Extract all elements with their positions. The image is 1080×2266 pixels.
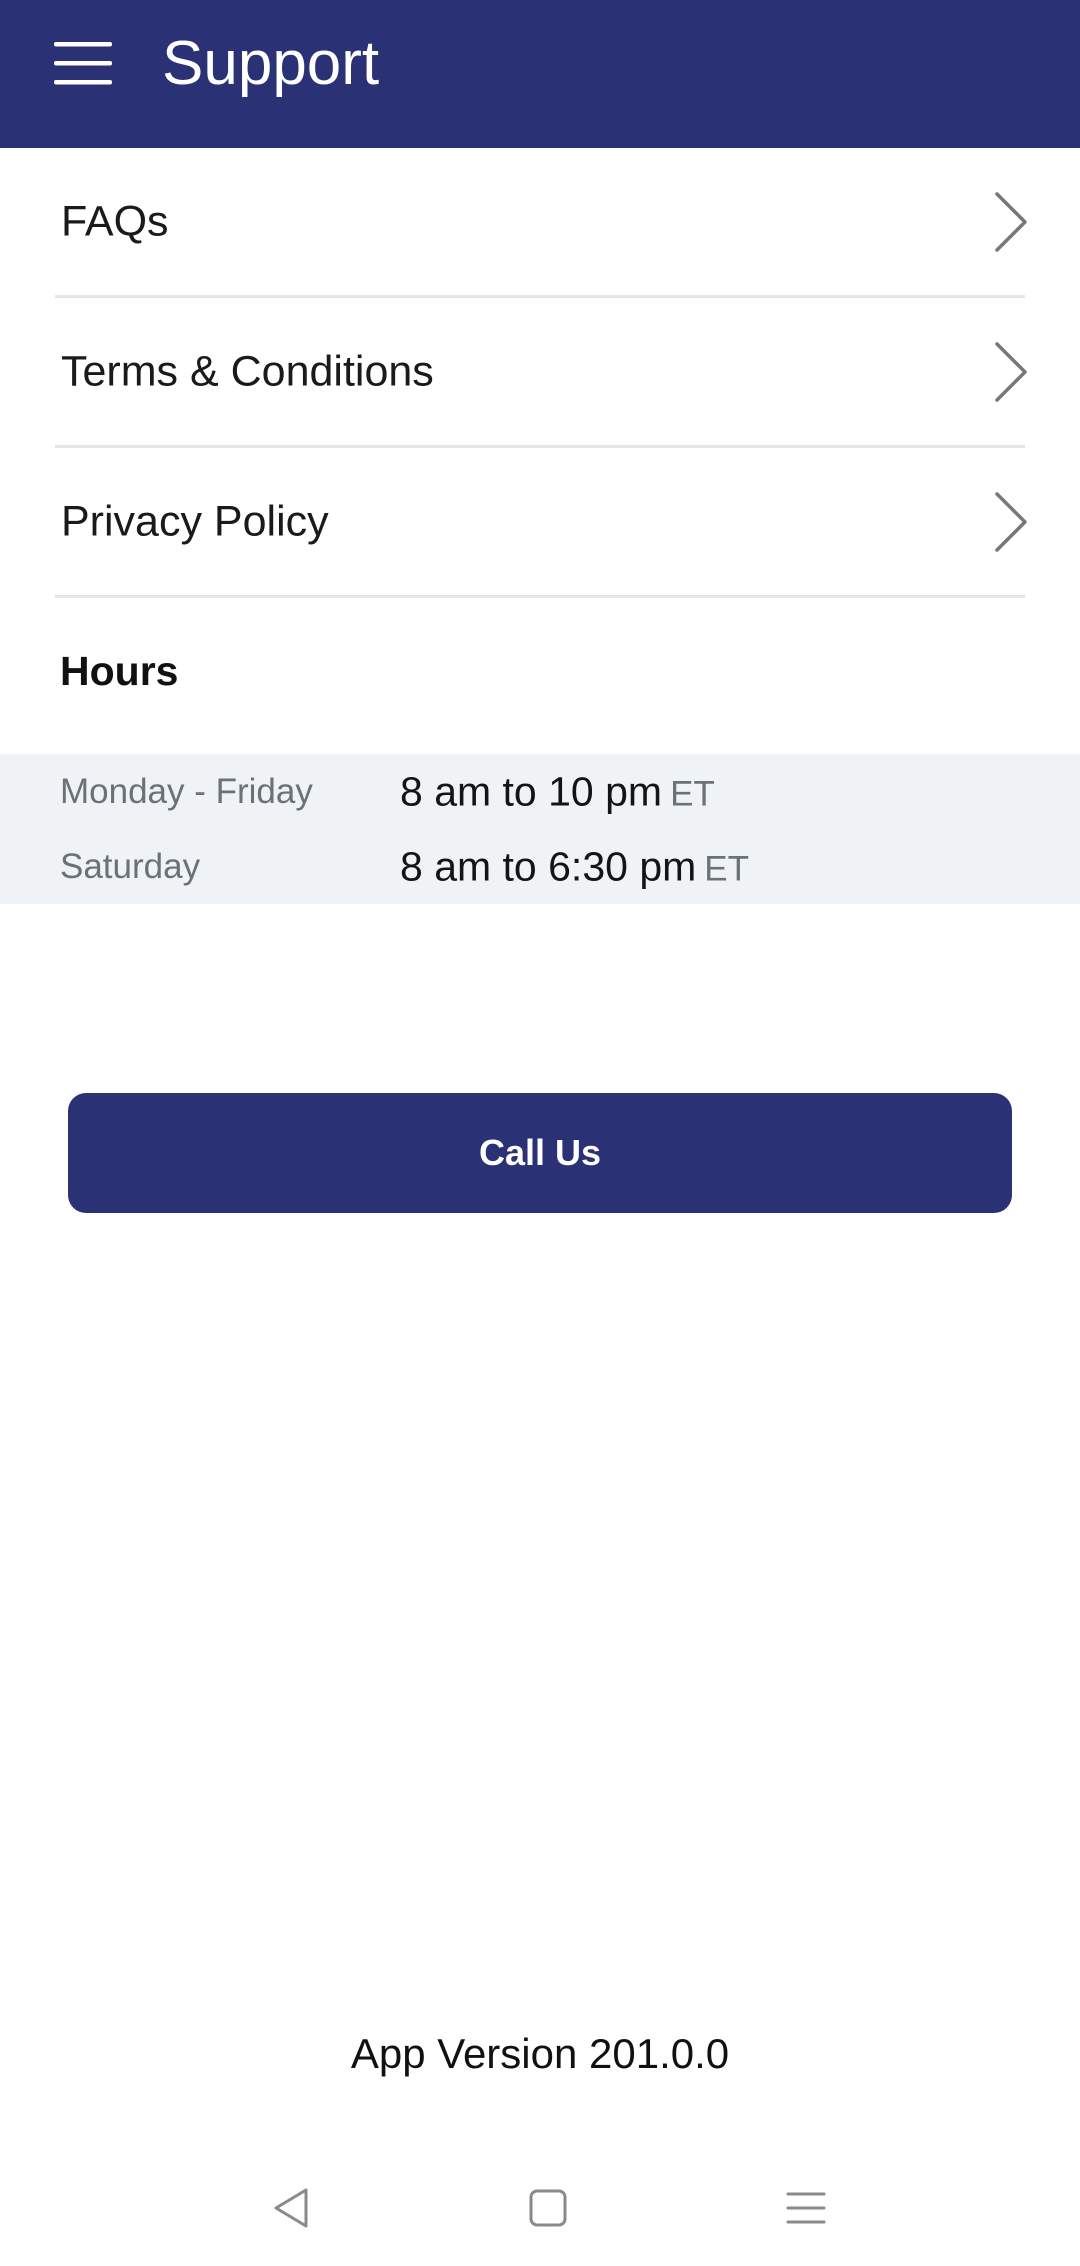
hours-range: 8 am to 6:30 pm bbox=[400, 843, 697, 889]
recents-menu-icon bbox=[786, 2192, 826, 2224]
page-title: Support bbox=[162, 29, 380, 98]
support-screen: Support FAQs Terms & Conditions Privacy … bbox=[0, 0, 1080, 2266]
menu-item-label: FAQs bbox=[61, 197, 169, 245]
hours-timezone: ET bbox=[704, 849, 750, 888]
system-home-button[interactable] bbox=[518, 2178, 578, 2238]
call-us-button[interactable]: Call Us bbox=[68, 1093, 1012, 1213]
menu-item-label: Terms & Conditions bbox=[61, 347, 434, 395]
menu-item-faqs[interactable]: FAQs bbox=[55, 148, 1027, 298]
system-back-button[interactable] bbox=[262, 2178, 322, 2238]
hours-day: Saturday bbox=[60, 846, 201, 886]
menu-button[interactable] bbox=[48, 38, 120, 90]
system-nav-bar bbox=[0, 2150, 1080, 2266]
app-version: App Version 201.0.0 bbox=[350, 2030, 730, 2077]
chevron-right-icon bbox=[991, 490, 1031, 554]
hours-row: Saturday 8 am to 6:30 pm ET bbox=[0, 829, 1080, 904]
hours-row: Monday - Friday 8 am to 10 pm ET bbox=[0, 754, 1080, 829]
chevron-right-icon bbox=[991, 190, 1031, 254]
hours-heading: Hours bbox=[60, 648, 179, 694]
home-square-icon bbox=[529, 2189, 567, 2227]
hours-time: 8 am to 10 pm ET bbox=[400, 768, 715, 815]
hours-range: 8 am to 10 pm bbox=[400, 768, 663, 814]
menu-item-label: Privacy Policy bbox=[61, 497, 329, 545]
support-menu-list: FAQs Terms & Conditions Privacy Policy bbox=[0, 148, 1080, 598]
back-triangle-icon bbox=[274, 2188, 308, 2228]
system-recents-button[interactable] bbox=[776, 2178, 836, 2238]
menu-item-privacy-policy[interactable]: Privacy Policy bbox=[55, 448, 1027, 598]
hours-panel: Monday - Friday 8 am to 10 pm ET Saturday… bbox=[0, 754, 1080, 904]
hours-time: 8 am to 6:30 pm ET bbox=[400, 843, 749, 890]
hamburger-menu-icon bbox=[54, 42, 112, 85]
hours-timezone: ET bbox=[670, 774, 715, 813]
menu-item-terms-conditions[interactable]: Terms & Conditions bbox=[55, 298, 1027, 448]
hours-day: Monday - Friday bbox=[60, 771, 313, 811]
app-bar: Support bbox=[0, 0, 1080, 148]
chevron-right-icon bbox=[991, 340, 1031, 404]
